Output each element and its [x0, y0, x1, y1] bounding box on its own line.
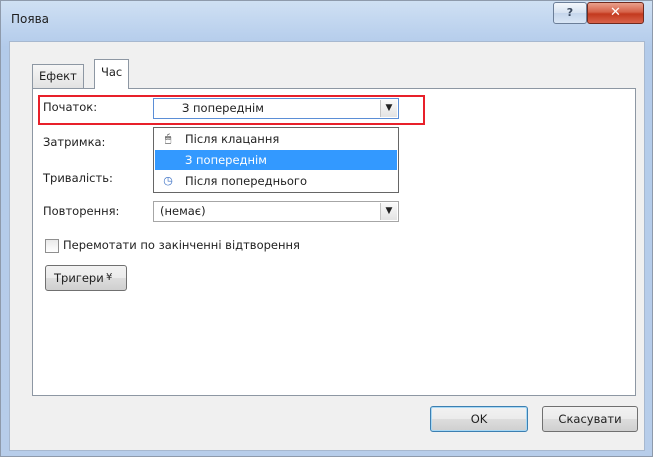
dialog-client-area: Ефект Час Початок: З попереднім ▼ 🖱 Післ… — [9, 41, 645, 451]
triggers-label: Тригери — [54, 271, 104, 285]
rewind-checkbox[interactable] — [45, 239, 59, 253]
tab-effect[interactable]: Ефект — [32, 64, 84, 88]
window-title: Поява — [11, 12, 50, 26]
cancel-button[interactable]: Скасувати — [542, 406, 638, 432]
tab-time-label: Час — [101, 65, 123, 79]
dropdown-option-with-previous[interactable]: З попереднім — [155, 150, 397, 170]
repeat-value: (немає) — [160, 204, 206, 218]
mouse-icon: 🖱 — [164, 132, 172, 145]
triggers-button[interactable]: Тригери ¥ — [45, 265, 127, 291]
chevron-down-icon[interactable]: ▼ — [380, 203, 397, 220]
rewind-label: Перемотати по закінченні відтворення — [63, 238, 300, 252]
repeat-label: Повторення: — [43, 204, 120, 218]
tab-panel-time: Початок: З попереднім ▼ 🖱 Після клацання… — [32, 88, 636, 396]
clock-icon: ◷ — [163, 174, 173, 187]
dialog-window: Поява ? ✕ Ефект Час Початок: З попередні… — [0, 0, 653, 457]
title-bar: Поява ? ✕ — [1, 1, 652, 41]
repeat-combo[interactable]: (немає) ▼ — [153, 201, 399, 222]
start-label: Початок: — [43, 100, 98, 114]
dropdown-option-label: Після попереднього — [185, 174, 307, 188]
close-icon: ✕ — [610, 5, 621, 20]
duration-label: Тривалість: — [43, 171, 113, 185]
close-button[interactable]: ✕ — [587, 2, 644, 24]
double-chevron-down-icon: ¥ — [106, 272, 113, 283]
ok-button[interactable]: OK — [430, 406, 528, 432]
tab-effect-label: Ефект — [39, 69, 77, 83]
help-button[interactable]: ? — [553, 2, 587, 24]
dropdown-option-label: Після клацання — [185, 132, 280, 146]
help-icon: ? — [566, 6, 574, 19]
dropdown-option-on-click[interactable]: 🖱 Після клацання — [155, 129, 397, 149]
start-dropdown-list: 🖱 Після клацання З попереднім ◷ Після по… — [153, 127, 399, 193]
start-value: З попереднім — [182, 101, 264, 115]
tab-time[interactable]: Час — [94, 59, 130, 89]
delay-label: Затримка: — [43, 135, 106, 149]
start-combo[interactable]: З попереднім ▼ — [153, 98, 399, 119]
dropdown-option-label: З попереднім — [185, 153, 267, 167]
chevron-down-icon[interactable]: ▼ — [380, 100, 397, 117]
dropdown-option-after-previous[interactable]: ◷ Після попереднього — [155, 171, 397, 191]
